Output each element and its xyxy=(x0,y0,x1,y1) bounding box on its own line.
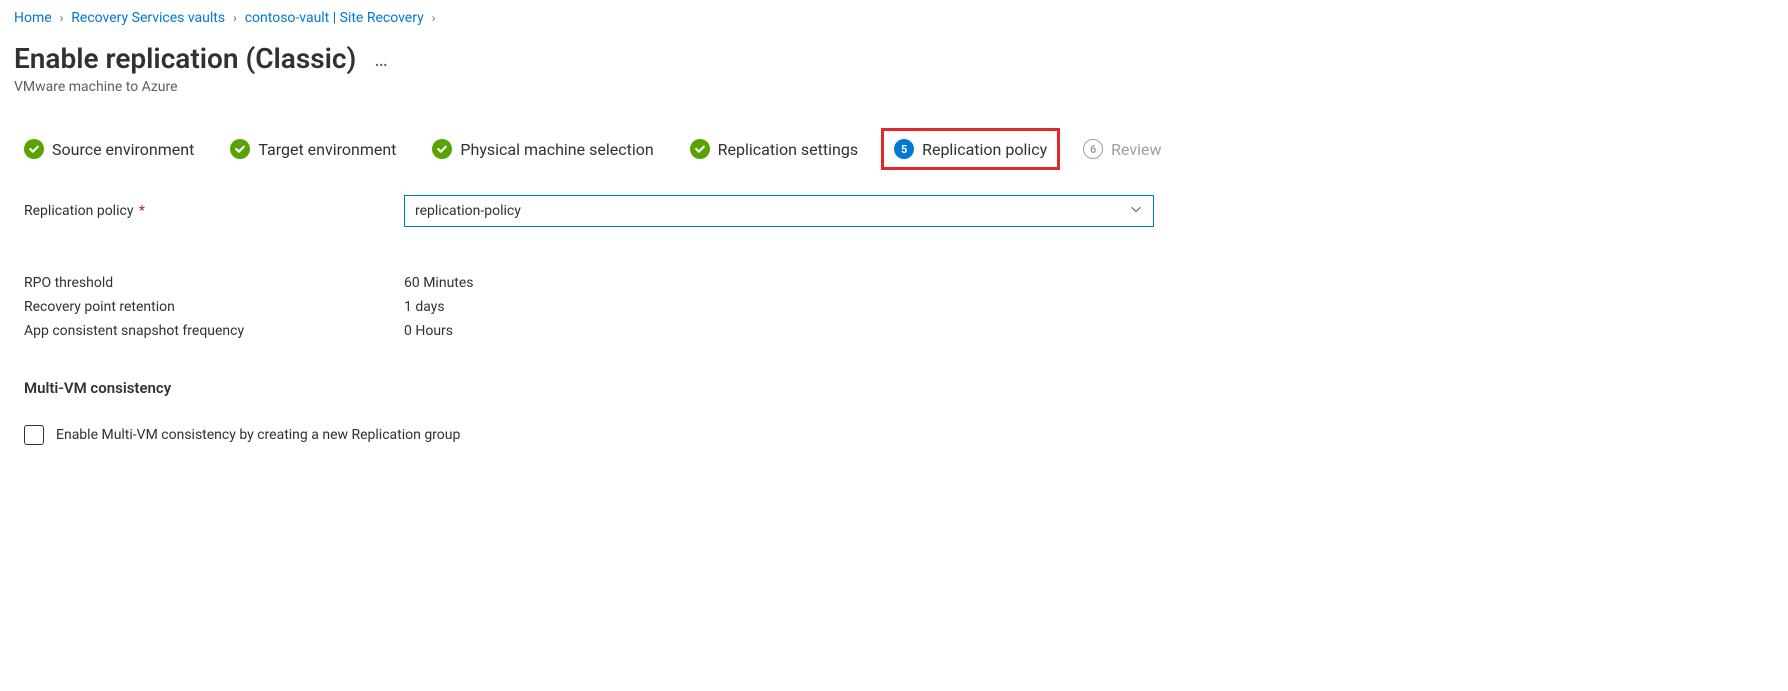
step-target-environment[interactable]: Target environment xyxy=(230,139,396,159)
field-replication-policy: Replication policy * replication-policy xyxy=(14,195,1774,227)
breadcrumb-home[interactable]: Home xyxy=(14,10,52,26)
step-label: Replication settings xyxy=(718,140,858,159)
dropdown-value: replication-policy xyxy=(415,203,521,219)
step-number-icon: 6 xyxy=(1083,139,1103,159)
field-app-consistent-snapshot: App consistent snapshot frequency 0 Hour… xyxy=(14,323,1774,339)
breadcrumb-vaults[interactable]: Recovery Services vaults xyxy=(71,10,225,26)
checkmark-icon xyxy=(432,139,452,159)
page-subtitle: VMware machine to Azure xyxy=(14,79,1774,95)
page-header: Enable replication (Classic) … xyxy=(14,42,1774,75)
chevron-right-icon: › xyxy=(233,11,237,25)
step-review: 6 Review xyxy=(1083,139,1161,159)
page-title: Enable replication (Classic) xyxy=(14,42,356,75)
field-label: Replication policy * xyxy=(24,203,404,219)
replication-policy-dropdown[interactable]: replication-policy xyxy=(404,195,1154,227)
field-label: RPO threshold xyxy=(24,275,404,291)
step-label: Review xyxy=(1111,140,1161,159)
step-physical-machine-selection[interactable]: Physical machine selection xyxy=(432,139,653,159)
multi-vm-heading: Multi-VM consistency xyxy=(14,379,1774,397)
step-label: Physical machine selection xyxy=(460,140,653,159)
step-label: Source environment xyxy=(52,140,194,159)
step-replication-settings[interactable]: Replication settings xyxy=(690,139,858,159)
chevron-right-icon: › xyxy=(432,11,436,25)
checkmark-icon xyxy=(690,139,710,159)
field-label: Recovery point retention xyxy=(24,299,404,315)
field-recovery-point-retention: Recovery point retention 1 days xyxy=(14,299,1774,315)
multi-vm-checkbox-label: Enable Multi-VM consistency by creating … xyxy=(56,427,460,443)
step-number-icon: 5 xyxy=(894,139,914,159)
breadcrumb: Home › Recovery Services vaults › contos… xyxy=(14,10,1774,26)
multi-vm-checkbox[interactable] xyxy=(24,425,44,445)
field-value: 60 Minutes xyxy=(404,275,474,291)
field-value: 1 days xyxy=(404,299,445,315)
field-rpo-threshold: RPO threshold 60 Minutes xyxy=(14,275,1774,291)
field-value: 0 Hours xyxy=(404,323,453,339)
step-label: Target environment xyxy=(258,140,396,159)
chevron-right-icon: › xyxy=(60,11,64,25)
step-source-environment[interactable]: Source environment xyxy=(24,139,194,159)
breadcrumb-vault[interactable]: contoso-vault | Site Recovery xyxy=(245,10,424,26)
step-replication-policy[interactable]: 5 Replication policy xyxy=(881,128,1060,170)
step-label: Replication policy xyxy=(922,140,1047,159)
required-indicator: * xyxy=(135,203,145,219)
checkmark-icon xyxy=(230,139,250,159)
chevron-down-icon xyxy=(1129,202,1143,220)
multi-vm-checkbox-row: Enable Multi-VM consistency by creating … xyxy=(14,425,1774,445)
more-actions-button[interactable]: … xyxy=(374,49,389,69)
field-label: App consistent snapshot frequency xyxy=(24,323,404,339)
checkmark-icon xyxy=(24,139,44,159)
wizard-steps: Source environment Target environment Ph… xyxy=(14,139,1774,159)
